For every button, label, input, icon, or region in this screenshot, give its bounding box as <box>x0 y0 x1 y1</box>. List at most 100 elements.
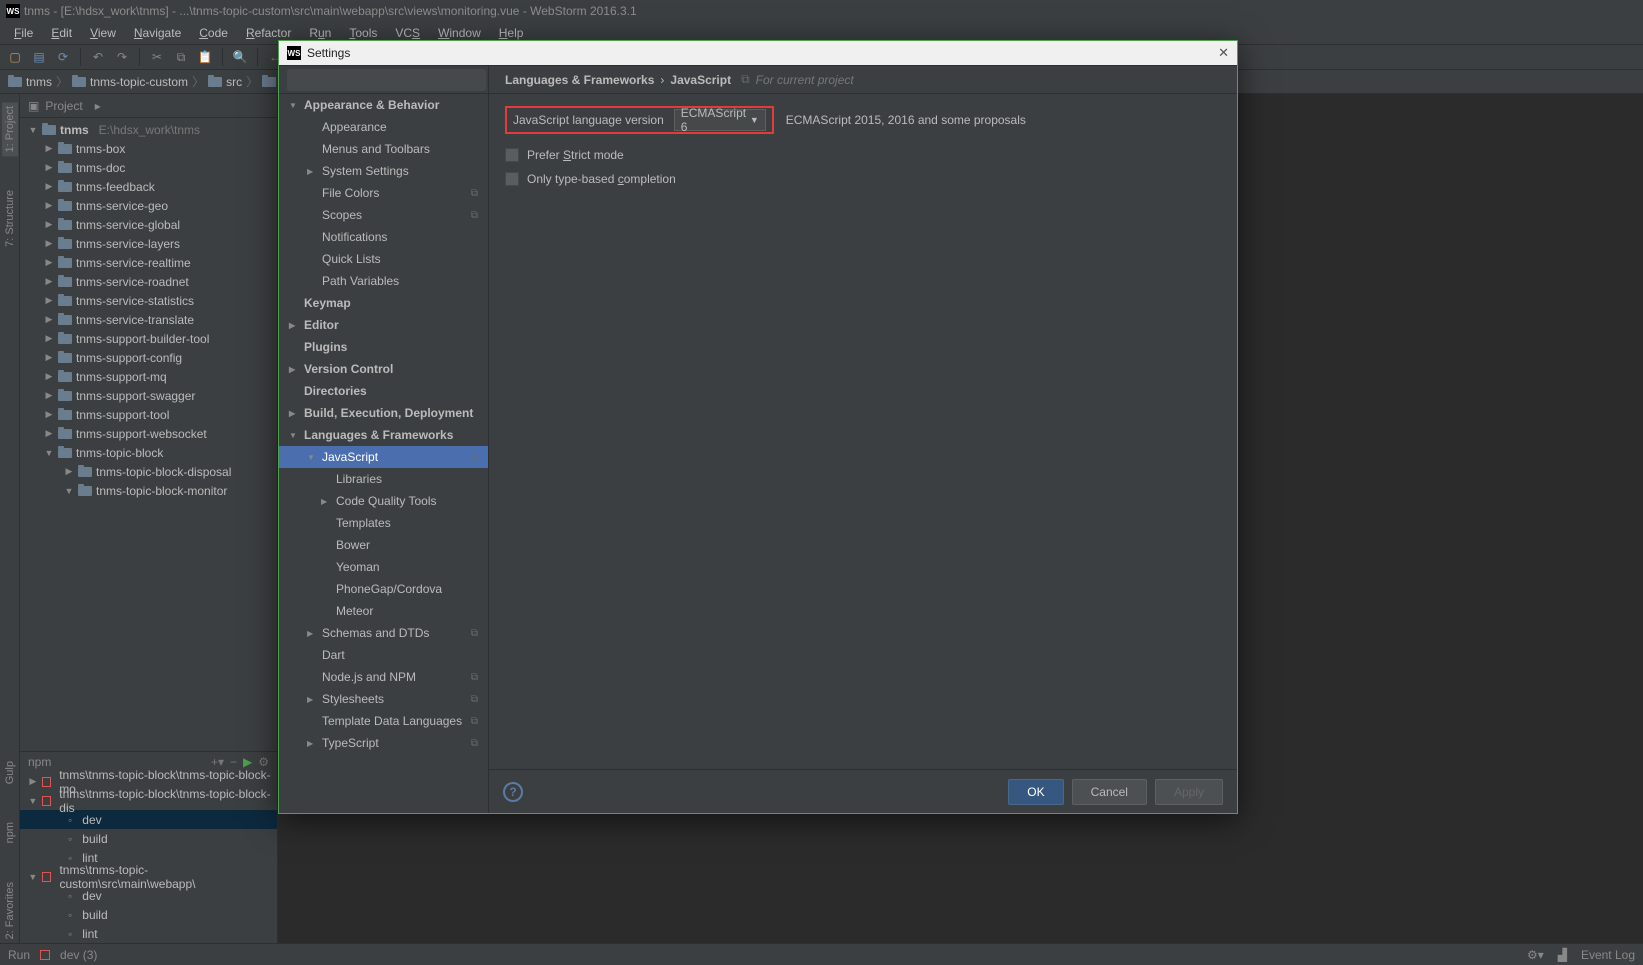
chevron-right-icon[interactable]: ▶ <box>307 167 316 176</box>
chevron-down-icon[interactable]: ▼ <box>44 448 54 458</box>
chevron-right-icon[interactable]: ▶ <box>44 220 54 230</box>
settings-search-input[interactable] <box>287 69 486 91</box>
ok-button[interactable]: OK <box>1008 779 1063 805</box>
tree-item[interactable]: ▶tnms-support-swagger <box>20 386 277 405</box>
menu-code[interactable]: Code <box>191 24 236 42</box>
chevron-right-icon[interactable]: ▶ <box>307 739 316 748</box>
npm-task[interactable]: ◦build <box>20 829 277 848</box>
cut-icon[interactable]: ✂ <box>148 48 166 66</box>
chevron-right-icon[interactable]: ▶ <box>44 353 54 363</box>
chevron-right-icon[interactable]: ▶ <box>44 277 54 287</box>
chevron-right-icon[interactable]: ▶ <box>44 372 54 382</box>
bc-item-tnms[interactable]: tnms <box>8 75 52 89</box>
apply-button[interactable]: Apply <box>1155 779 1223 805</box>
settings-cat-appearance-behavior[interactable]: ▼Appearance & Behavior <box>279 94 488 116</box>
undo-icon[interactable]: ↶ <box>89 48 107 66</box>
tree-item[interactable]: ▶ tnms-topic-block-disposal <box>20 462 277 481</box>
tab-project[interactable]: 1: Project <box>2 102 18 156</box>
event-log[interactable]: Event Log <box>1581 948 1635 962</box>
paste-icon[interactable]: 📋 <box>196 48 214 66</box>
copy-icon[interactable]: ⧉ <box>172 48 190 66</box>
settings-cat-directories[interactable]: Directories <box>279 380 488 402</box>
settings-cat-typescript[interactable]: ▶TypeScript⧉ <box>279 732 488 754</box>
chevron-right-icon[interactable]: ▸ <box>95 99 101 113</box>
project-view-icon[interactable]: ▣ <box>28 99 39 113</box>
chevron-down-icon[interactable]: ▼ <box>289 101 298 110</box>
tab-structure[interactable]: 7: Structure <box>2 186 18 251</box>
npm-task[interactable]: ◦build <box>20 905 277 924</box>
cancel-button[interactable]: Cancel <box>1072 779 1147 805</box>
npm-task[interactable]: ◦lint <box>20 924 277 943</box>
menu-navigate[interactable]: Navigate <box>126 24 189 42</box>
settings-cat-quick-lists[interactable]: Quick Lists <box>279 248 488 270</box>
chevron-right-icon[interactable]: ▶ <box>289 321 298 330</box>
settings-cat-appearance[interactable]: Appearance <box>279 116 488 138</box>
strict-mode-checkbox[interactable] <box>505 148 519 162</box>
chevron-right-icon[interactable]: ▶ <box>321 497 330 506</box>
chevron-right-icon[interactable]: ▶ <box>44 239 54 249</box>
chevron-right-icon[interactable]: ▶ <box>28 777 38 787</box>
chevron-right-icon[interactable]: ▶ <box>44 258 54 268</box>
tree-item[interactable]: ▼ tnms-topic-block <box>20 443 277 462</box>
chevron-right-icon[interactable]: ▶ <box>44 163 54 173</box>
settings-cat-plugins[interactable]: Plugins <box>279 336 488 358</box>
chevron-right-icon[interactable]: ▶ <box>44 429 54 439</box>
settings-cat-yeoman[interactable]: Yeoman <box>279 556 488 578</box>
chevron-down-icon[interactable]: ▼ <box>28 872 38 882</box>
settings-cat-code-quality-tools[interactable]: ▶Code Quality Tools <box>279 490 488 512</box>
lang-version-dropdown[interactable]: ECMAScript 6 ▼ <box>674 109 766 131</box>
tab-npm[interactable]: npm <box>2 818 18 847</box>
type-completion-checkbox[interactable] <box>505 172 519 186</box>
chevron-down-icon[interactable]: ▼ <box>307 453 316 462</box>
tree-item[interactable]: ▶tnms-support-websocket <box>20 424 277 443</box>
tree-root[interactable]: ▼ tnms E:\hdsx_work\tnms <box>20 120 277 139</box>
settings-cat-templates[interactable]: Templates <box>279 512 488 534</box>
chevron-right-icon[interactable]: ▶ <box>307 695 316 704</box>
chevron-right-icon[interactable]: ▶ <box>289 409 298 418</box>
settings-cat-notifications[interactable]: Notifications <box>279 226 488 248</box>
settings-cat-system-settings[interactable]: ▶System Settings <box>279 160 488 182</box>
open-icon[interactable]: ▢ <box>6 48 24 66</box>
chevron-right-icon[interactable]: ▶ <box>44 315 54 325</box>
chevron-right-icon[interactable]: ▶ <box>44 391 54 401</box>
tree-item[interactable]: ▶tnms-doc <box>20 158 277 177</box>
bc-item-src[interactable]: src <box>208 75 242 89</box>
tab-favorites[interactable]: 2: Favorites <box>2 878 18 943</box>
menu-view[interactable]: View <box>82 24 124 42</box>
tree-item[interactable]: ▶tnms-service-statistics <box>20 291 277 310</box>
settings-cat-template-data-languages[interactable]: Template Data Languages⧉ <box>279 710 488 732</box>
tree-item[interactable]: ▶tnms-service-layers <box>20 234 277 253</box>
chevron-right-icon[interactable]: ▶ <box>44 334 54 344</box>
chevron-right-icon[interactable]: ▶ <box>289 365 298 374</box>
chevron-right-icon[interactable]: ▶ <box>307 629 316 638</box>
settings-cat-menus-and-toolbars[interactable]: Menus and Toolbars <box>279 138 488 160</box>
chevron-right-icon[interactable]: ▶ <box>44 296 54 306</box>
stop-icon[interactable] <box>40 950 50 960</box>
gear-icon[interactable]: ⚙▾ <box>1527 948 1544 962</box>
settings-cat-languages-frameworks[interactable]: ▼Languages & Frameworks <box>279 424 488 446</box>
tree-item[interactable]: ▼ tnms-topic-block-monitor <box>20 481 277 500</box>
settings-cat-build-execution-deployment[interactable]: ▶Build, Execution, Deployment <box>279 402 488 424</box>
chevron-down-icon[interactable]: ▼ <box>28 796 38 806</box>
settings-cat-meteor[interactable]: Meteor <box>279 600 488 622</box>
project-tree[interactable]: ▼ tnms E:\hdsx_work\tnms ▶tnms-box▶tnms-… <box>20 118 277 751</box>
chevron-down-icon[interactable]: ▼ <box>64 486 74 496</box>
tree-item[interactable]: ▶tnms-support-config <box>20 348 277 367</box>
settings-cat-file-colors[interactable]: File Colors⧉ <box>279 182 488 204</box>
settings-cat-javascript[interactable]: ▼JavaScript⧉ <box>279 446 488 468</box>
sync-icon[interactable]: ⟳ <box>54 48 72 66</box>
bc-item-tnms-topic-custom[interactable]: tnms-topic-custom <box>72 75 188 89</box>
tree-item[interactable]: ▶tnms-support-builder-tool <box>20 329 277 348</box>
tree-item[interactable]: ▶tnms-support-mq <box>20 367 277 386</box>
chevron-right-icon[interactable]: ▶ <box>64 467 74 477</box>
tree-item[interactable]: ▶tnms-service-realtime <box>20 253 277 272</box>
settings-cat-libraries[interactable]: Libraries <box>279 468 488 490</box>
tree-item[interactable]: ▶tnms-support-tool <box>20 405 277 424</box>
chevron-right-icon[interactable]: ▶ <box>44 410 54 420</box>
settings-cat-stylesheets[interactable]: ▶Stylesheets⧉ <box>279 688 488 710</box>
help-icon[interactable]: ? <box>503 782 523 802</box>
find-icon[interactable]: 🔍 <box>231 48 249 66</box>
settings-cat-bower[interactable]: Bower <box>279 534 488 556</box>
settings-cat-path-variables[interactable]: Path Variables <box>279 270 488 292</box>
status-run[interactable]: Run <box>8 948 30 962</box>
